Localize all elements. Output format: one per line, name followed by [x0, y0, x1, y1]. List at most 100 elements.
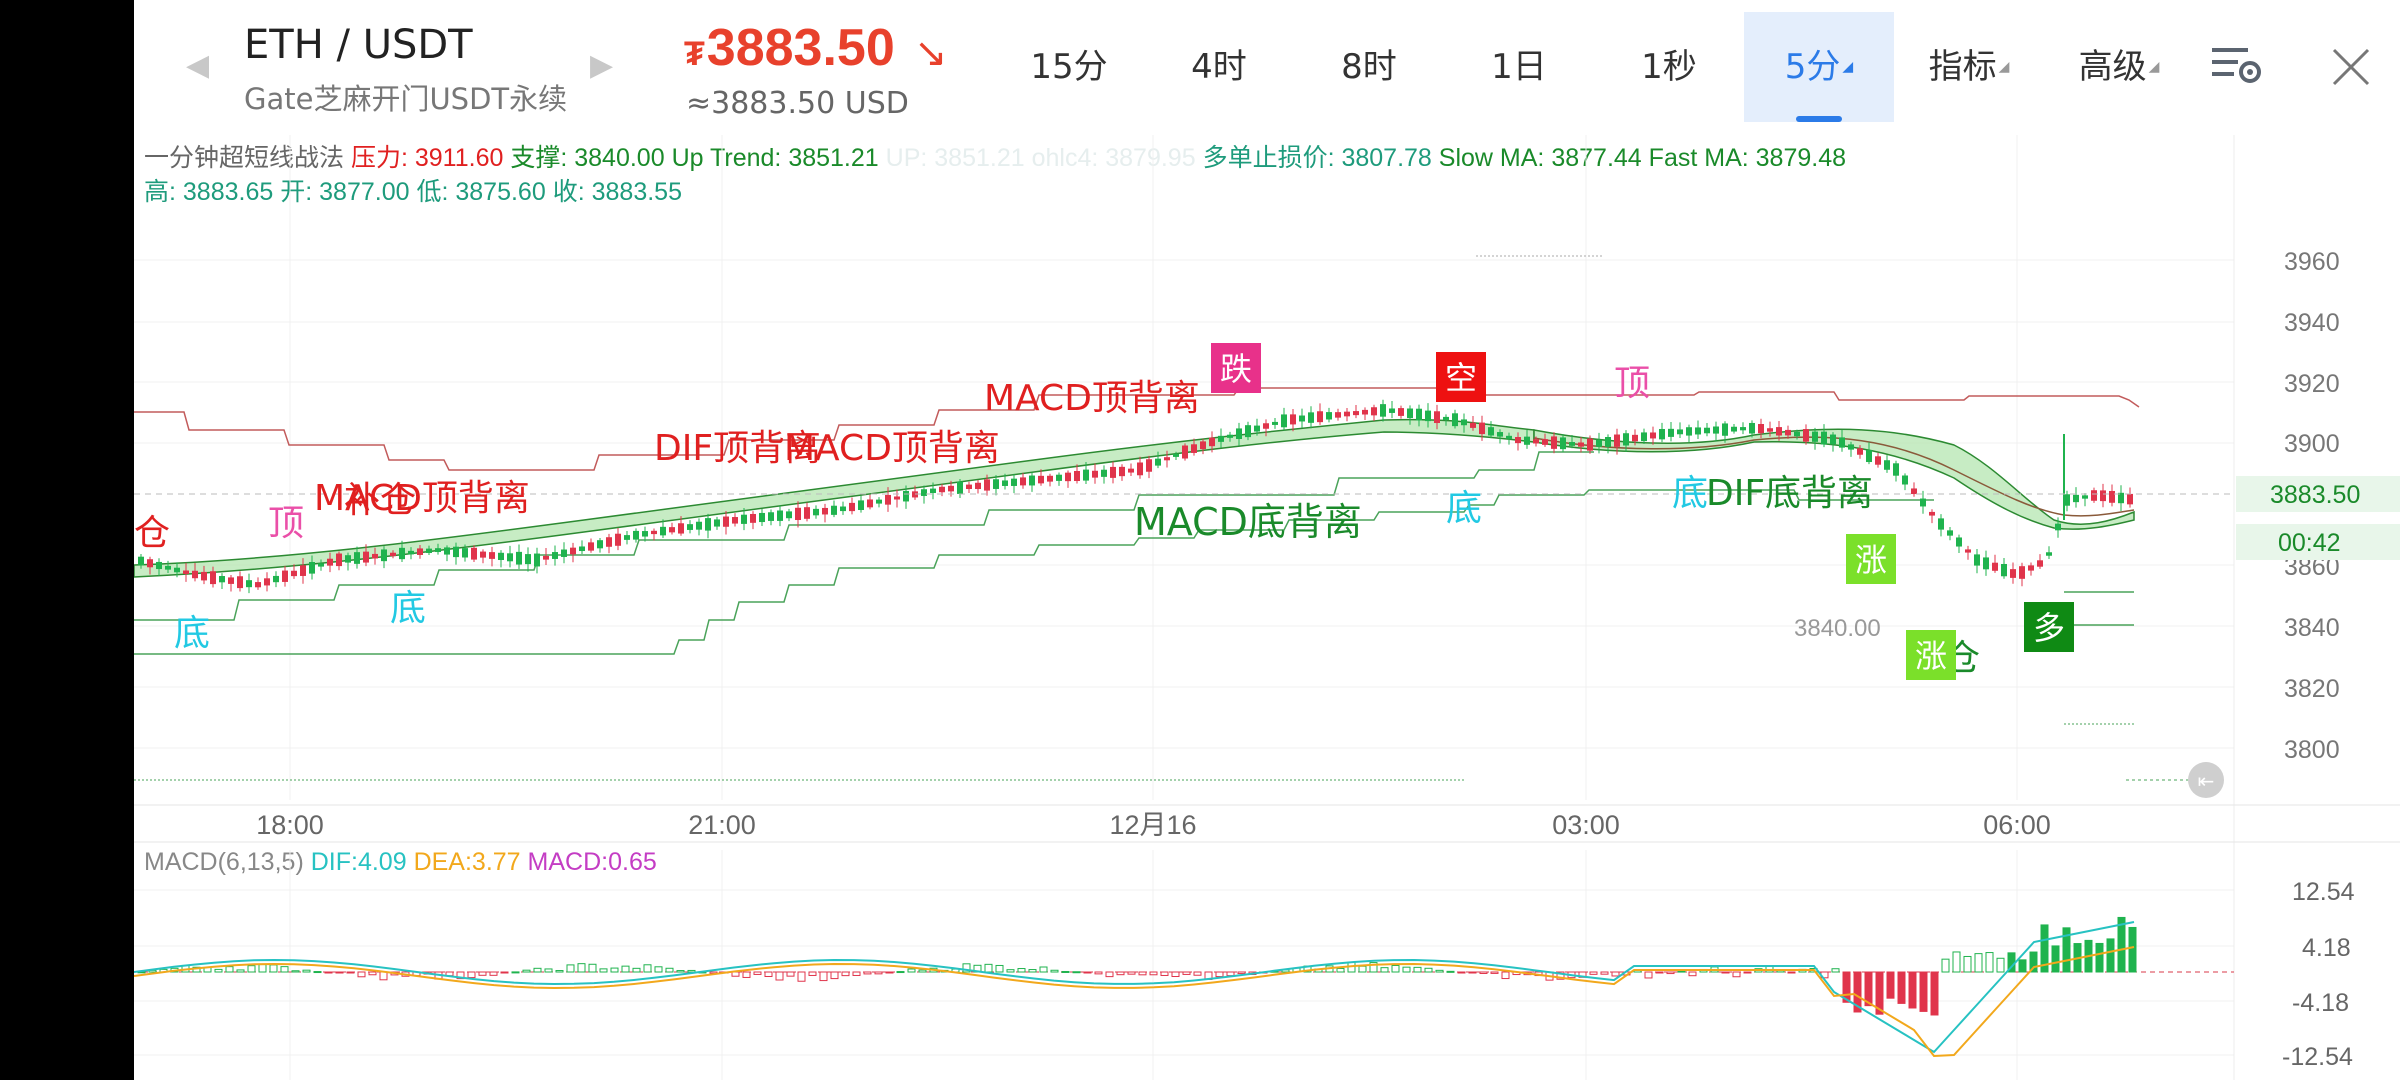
candle-body	[309, 562, 315, 574]
candle-body	[1308, 412, 1314, 423]
candle-body	[2046, 552, 2052, 556]
candle-body	[534, 553, 540, 567]
candle-body	[1101, 469, 1107, 477]
candle-body	[975, 482, 981, 490]
macd-bar	[247, 965, 256, 973]
candle-body	[1848, 444, 1854, 450]
macd-bar	[313, 971, 322, 974]
candle-body	[1092, 470, 1098, 478]
candle-body	[1929, 511, 1935, 516]
candle-body	[1497, 432, 1503, 437]
candle-body	[1371, 407, 1377, 416]
candle-body	[1839, 437, 1845, 448]
macd-bar	[885, 971, 894, 974]
candle-body	[1317, 411, 1323, 423]
macd-bar	[1974, 953, 1983, 973]
macd-bar	[1732, 971, 1741, 978]
candle-body	[1614, 434, 1620, 447]
candle-body	[444, 547, 450, 555]
macd-bar	[2051, 945, 2060, 973]
candle-body	[1857, 448, 1863, 455]
candle-body	[930, 488, 936, 494]
candle-body	[462, 548, 468, 558]
candle-body	[984, 479, 990, 491]
candle-body	[1947, 530, 1953, 536]
candle-body	[300, 565, 306, 576]
candle-body	[570, 547, 576, 555]
candle-body	[966, 484, 972, 490]
candle-body	[525, 554, 531, 565]
candle-body	[624, 535, 630, 540]
macd-bar	[1380, 967, 1389, 973]
badge-rise-text: 涨	[1855, 541, 1887, 579]
macd-bar	[863, 971, 872, 975]
candle-body	[1776, 427, 1782, 436]
candle-body	[2001, 563, 2007, 577]
macd-bar	[1897, 971, 1906, 1004]
candle-body	[1911, 488, 1917, 495]
candle-body	[588, 542, 594, 551]
macd-bar	[1886, 971, 1895, 999]
candle-body	[669, 527, 675, 533]
candle-body	[1272, 421, 1278, 425]
candle-body	[1020, 477, 1026, 486]
candle-body	[381, 549, 387, 562]
macd-bar	[1391, 964, 1400, 973]
candle-body	[1209, 437, 1215, 447]
macd-bar	[1215, 971, 1224, 978]
macd-bar	[1138, 971, 1147, 976]
candle-body	[1875, 456, 1881, 465]
candle-body	[1290, 414, 1296, 425]
candle-body	[318, 563, 324, 567]
candle-body	[1956, 537, 1962, 547]
macd-bar	[511, 971, 520, 974]
candle-body	[948, 485, 954, 492]
candle-body	[1605, 437, 1611, 447]
candle-body	[1119, 466, 1125, 477]
annotation-top: 顶	[268, 503, 304, 544]
candle-body	[2037, 560, 2043, 567]
candle-body	[2055, 523, 2061, 531]
macd-bar	[852, 971, 861, 976]
candle-body	[1218, 435, 1224, 442]
macd-tick: -12.54	[2282, 1043, 2353, 1071]
macd-bar	[1039, 966, 1048, 973]
candle-body	[633, 530, 639, 540]
macd-bar	[599, 968, 608, 973]
candle-body	[291, 570, 297, 577]
macd-bar	[797, 971, 806, 982]
macd-bar	[1171, 971, 1180, 978]
macd-bar	[1721, 971, 1730, 974]
macd-bar	[2106, 938, 2115, 973]
candle-body	[705, 518, 711, 531]
candle-body	[687, 524, 693, 530]
candle-body	[1668, 428, 1674, 437]
candle-body	[597, 540, 603, 549]
annotation-dif-bottom-divergence: DIF底背离	[1706, 473, 1873, 514]
candle-body	[1578, 442, 1584, 447]
macd-bar	[500, 971, 509, 974]
macd-bar	[731, 971, 740, 977]
candle-body	[1812, 431, 1818, 442]
candle-body	[498, 552, 504, 561]
candle-body	[768, 512, 774, 521]
candle-body	[1920, 498, 1926, 507]
macd-bar	[1963, 955, 1972, 973]
macd-bar	[1017, 968, 1026, 973]
candle-body	[894, 496, 900, 500]
countdown-tag-text: 00:42	[2278, 529, 2341, 557]
annotation-bottom-2: 底	[390, 588, 426, 629]
candle-body	[696, 521, 702, 530]
candle-body	[1677, 429, 1683, 435]
macd-bar	[1435, 969, 1444, 973]
macd-bar	[1589, 971, 1598, 975]
candlestick-chart[interactable]: MACD顶背离 DIF顶背离 MACD顶背离 MACD顶背离 MACD底背离 D…	[134, 0, 2400, 1080]
candle-body	[1407, 408, 1413, 419]
candle-body	[642, 531, 648, 537]
candle-body	[813, 508, 819, 516]
candle-body	[1470, 422, 1476, 428]
candle-body	[255, 582, 261, 588]
candle-body	[1155, 458, 1161, 466]
candle-body	[1623, 433, 1629, 446]
macd-bar	[984, 963, 993, 973]
